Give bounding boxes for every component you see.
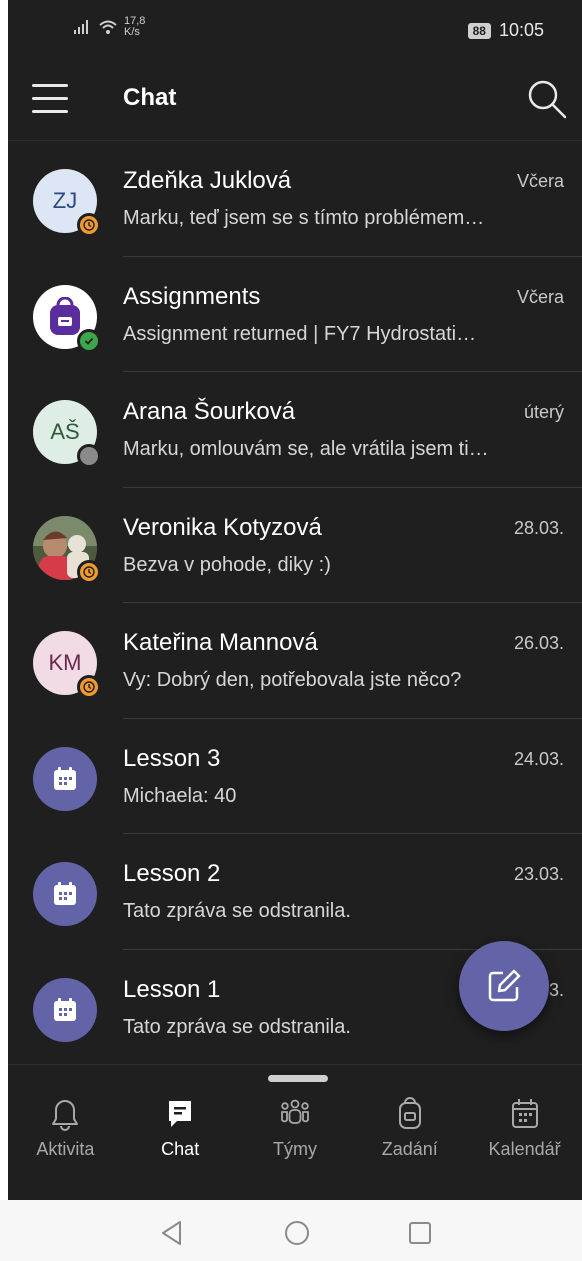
chat-name: Zdeňka Juklová (123, 167, 292, 194)
nav-tab-label: Aktivita (36, 1139, 95, 1159)
chat-preview: Bezva v pohode, diky :) (123, 553, 331, 576)
home-icon[interactable] (284, 1220, 310, 1246)
network-speed: 17,8 K/s (124, 16, 145, 38)
chat-icon (165, 1097, 195, 1131)
avatar (33, 284, 101, 353)
status-away-icon (77, 213, 101, 237)
status-available-icon (77, 328, 101, 353)
calendar-icon (50, 879, 80, 909)
chat-preview: Tato zpráva se odstranila. (123, 900, 351, 922)
status-bar: 17,8 K/s 88 10:05 (8, 0, 582, 62)
back-icon[interactable] (160, 1220, 184, 1246)
status-away-icon (77, 559, 101, 584)
chat-list-item[interactable]: KM Kateřina Mannová 26.03. Vy: Dobrý den, p… (8, 603, 582, 719)
compose-icon (488, 969, 521, 1002)
chat-timestamp: úterý (523, 402, 564, 422)
avatar: KM (33, 631, 101, 699)
chat-timestamp: 24.03. (513, 748, 564, 769)
avatar-initials: ZJ (52, 188, 78, 213)
chat-name: Arana Šourková (123, 398, 296, 425)
chat-preview: Marku, teď jsem se s tímto problémem… (123, 207, 485, 229)
chat-list-item[interactable]: Veronika Kotyzová 28.03. Bezva v pohode, d… (8, 488, 582, 604)
chat-list-item[interactable]: Lesson 3 24.03. Michaela: 40 (8, 719, 582, 835)
chat-timestamp: 26.03. (513, 633, 564, 653)
chat-name: Lesson 1 (123, 975, 221, 1003)
chat-preview: Assignment returned | FY7 Hydrostati… (123, 322, 477, 345)
chat-name: Lesson 2 (123, 860, 221, 887)
calendar-icon (50, 995, 80, 1025)
network-speed-unit: K/s (124, 26, 140, 38)
teams-app: 17,8 K/s 88 10:05 Chat ZJ Zdeňka Juklová V… (8, 0, 582, 1201)
nav-tabs: Aktivita Chat Týmy Zadání Kalendář (8, 1097, 582, 1160)
chat-name: Assignments (123, 282, 261, 310)
nav-tab-bell[interactable]: Aktivita (8, 1097, 123, 1160)
new-chat-button[interactable] (459, 941, 549, 1031)
nav-tab-chat[interactable]: Chat (123, 1097, 238, 1160)
calendar-icon (510, 1097, 540, 1131)
nav-tab-calendar[interactable]: Kalendář (467, 1097, 582, 1160)
avatar (33, 746, 97, 811)
backpack-icon (395, 1097, 425, 1131)
status-away-icon (77, 675, 101, 699)
drag-handle[interactable] (268, 1075, 328, 1082)
chat-list-item[interactable]: ZJ Zdeňka Juklová Včera Marku, teď jsem se … (8, 141, 582, 257)
avatar (33, 862, 97, 926)
chat-name: Kateřina Mannová (123, 629, 318, 656)
teams-icon (280, 1097, 310, 1131)
avatar-initials: KM (48, 650, 82, 675)
chat-list: ZJ Zdeňka Juklová Včera Marku, teď jsem se … (8, 141, 582, 1065)
status-left: 17,8 K/s (74, 16, 145, 38)
chat-timestamp: Včera (516, 286, 564, 307)
chat-timestamp: Včera (516, 171, 564, 191)
status-right: 88 10:05 (467, 20, 544, 41)
nav-tab-teams[interactable]: Týmy (238, 1097, 353, 1160)
chat-timestamp: 23.03. (513, 864, 564, 884)
signal-icon (74, 20, 88, 34)
nav-tab-label: Kalendář (488, 1139, 561, 1159)
system-navigation-bar (0, 1200, 582, 1261)
avatar (33, 515, 101, 584)
chat-preview: Michaela: 40 (123, 784, 237, 807)
avatar (33, 977, 97, 1042)
avatar: AŠ (33, 400, 101, 468)
bell-icon (50, 1097, 80, 1131)
chat-name: Veronika Kotyzová (123, 513, 322, 541)
chat-name: Lesson 3 (123, 744, 221, 772)
avatar-initials: AŠ (50, 419, 80, 444)
menu-icon[interactable] (32, 84, 68, 114)
page-title: Chat (123, 84, 177, 111)
app-header: Chat (8, 62, 582, 141)
search-icon[interactable] (526, 78, 568, 120)
nav-tab-label: Zadání (381, 1139, 438, 1159)
chat-list-item[interactable]: Lesson 2 23.03. Tato zpráva se odstranila. (8, 834, 582, 950)
nav-tab-label: Chat (161, 1139, 200, 1159)
chat-preview: Marku, omlouvám se, ale vrátila jsem ti… (123, 438, 489, 460)
recents-icon[interactable] (408, 1221, 432, 1245)
chat-preview: Vy: Dobrý den, potřebovala jste něco? (123, 669, 462, 691)
chat-list-item[interactable]: AŠ Arana Šourková úterý Marku, omlouvám se,… (8, 372, 582, 488)
calendar-icon (50, 764, 80, 794)
backpack-icon (46, 296, 84, 337)
nav-tab-label: Týmy (272, 1139, 317, 1159)
clock: 10:05 (498, 20, 544, 40)
avatar: ZJ (33, 169, 101, 237)
chat-list-item[interactable]: Assignments Včera Assignment returned | FY… (8, 257, 582, 373)
bottom-navigation: Aktivita Chat Týmy Zadání Kalendář (8, 1064, 582, 1201)
nav-tab-backpack[interactable]: Zadání (352, 1097, 467, 1160)
battery-indicator: 88 (467, 22, 491, 39)
status-offline-icon (77, 444, 101, 468)
wifi-icon (99, 20, 117, 34)
chat-timestamp: 28.03. (513, 517, 564, 538)
